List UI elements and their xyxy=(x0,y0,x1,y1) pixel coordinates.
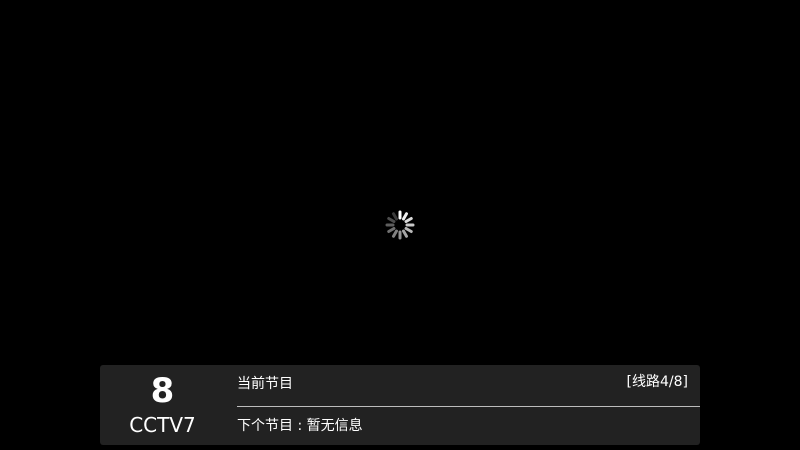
line-source-indicator: [线路4/8] xyxy=(626,374,688,390)
current-program-label: 当前节目 xyxy=(237,376,293,392)
channel-number: 8 xyxy=(150,371,175,411)
program-divider xyxy=(237,406,700,407)
channel-block: 8 CCTV7 xyxy=(100,365,225,445)
video-player-screen[interactable]: 8 CCTV7 当前节目 [线路4/8] 下个节目 : 暂无信息 xyxy=(0,0,800,450)
channel-info-bar: 8 CCTV7 当前节目 [线路4/8] 下个节目 : 暂无信息 xyxy=(100,365,700,445)
next-program-label: 下个节目 : 暂无信息 xyxy=(237,418,363,434)
channel-name: CCTV7 xyxy=(129,413,196,437)
loading-spinner-icon xyxy=(385,210,415,240)
